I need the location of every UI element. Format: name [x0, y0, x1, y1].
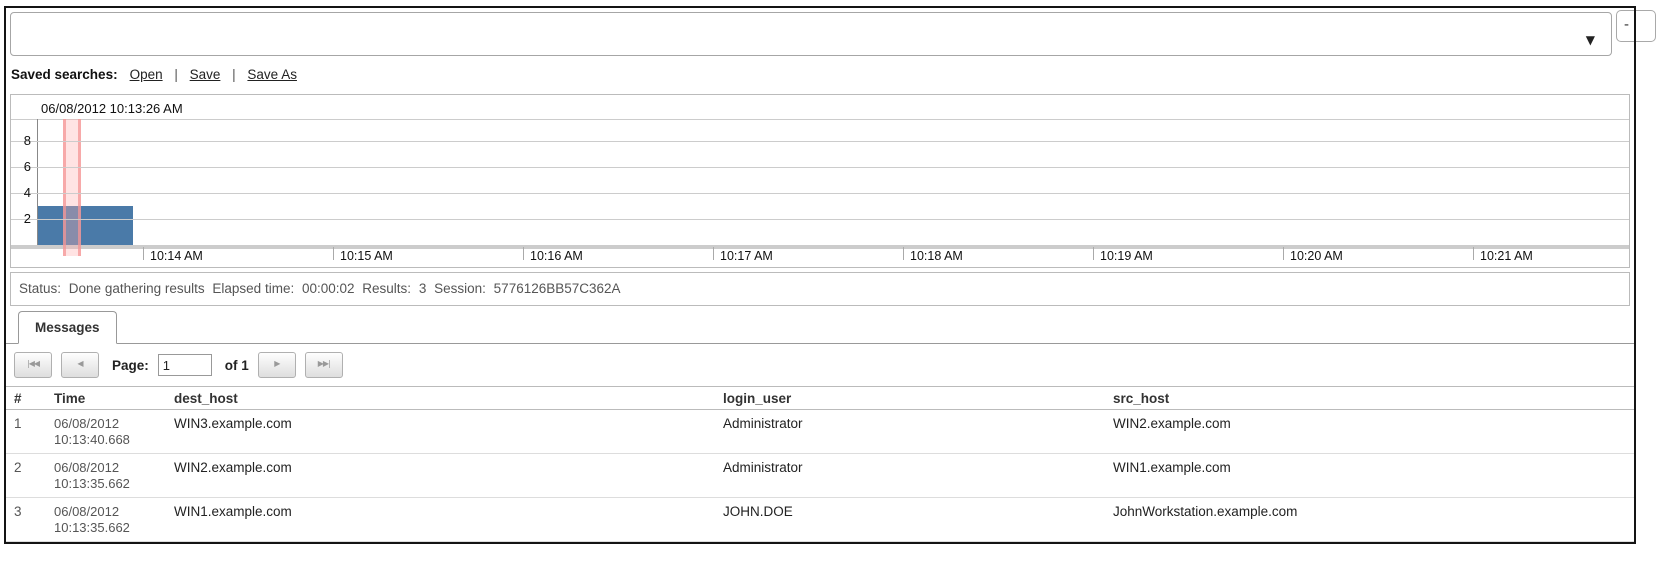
saved-search-save-link[interactable]: Save: [190, 67, 221, 82]
query-token: "\nLogon Type:\t\t\t3": [481, 54, 666, 56]
x-axis-line: [11, 245, 1629, 249]
x-tick: [903, 247, 904, 260]
status-value: Done gathering results: [69, 281, 205, 296]
prev-page-button[interactable]: ◀: [61, 352, 99, 378]
gridline: [11, 219, 1629, 220]
y-tick-label: 2: [13, 211, 31, 226]
query-token: trace: [683, 54, 725, 56]
tab-messages[interactable]: Messages: [18, 311, 117, 344]
col-header-src-host[interactable]: src_host: [1113, 391, 1634, 406]
histogram-bar[interactable]: [38, 206, 133, 245]
tab-strip: Messages: [6, 310, 1634, 344]
table-row[interactable]: 206/08/2012 10:13:35.662WIN2.example.com…: [6, 454, 1634, 498]
col-header-dest-host[interactable]: dest_host: [174, 391, 723, 406]
time-selection-band[interactable]: [63, 119, 81, 256]
x-tick: [713, 247, 714, 260]
query-token: *: [17, 54, 42, 56]
cell-time: 06/08/2012 10:13:35.662: [54, 498, 174, 541]
table-row[interactable]: 306/08/2012 10:13:35.662WIN1.example.com…: [6, 498, 1634, 542]
page-number-input[interactable]: [158, 354, 212, 376]
results-table: # Time dest_host login_user src_host 106…: [6, 386, 1634, 542]
query-token: |: [1425, 54, 1433, 56]
cell-login-user: Administrator: [723, 454, 1113, 497]
results-label: Results:: [362, 281, 411, 296]
page-label: Page:: [112, 358, 149, 373]
x-tick: [1473, 247, 1474, 260]
cell-src-host: JohnWorkstation.example.com: [1113, 498, 1634, 541]
query-token: "(?:Computer|Workstation )Name(?: = \"|:…: [750, 54, 1424, 56]
app-canvas: - * "EventIdentifier = 4624" "\nLogon Ty…: [0, 0, 1656, 576]
x-tick-label: 10:14 AM: [150, 249, 203, 263]
cell-dest-host: WIN3.example.com: [174, 410, 723, 453]
pagination-bar: |◀◀ ◀ Page: of 1 ▶ ▶▶|: [14, 352, 343, 378]
separator: |: [228, 67, 239, 82]
x-tick: [523, 247, 524, 260]
query-token: "EventIdentifier = 4624" "\nLogon Type:\…: [42, 54, 455, 56]
y-tick-label: 4: [13, 185, 31, 200]
status-label: Status:: [19, 281, 61, 296]
saved-searches-links: Open | Save | Save As: [128, 67, 299, 82]
content-frame: * "EventIdentifier = 4624" "\nLogon Type…: [4, 6, 1636, 544]
chevron-down-icon[interactable]: ▼: [1586, 31, 1595, 50]
cell-dest-host: WIN1.example.com: [174, 498, 723, 541]
chart-top-divider: [11, 119, 1629, 120]
cell-src-host: WIN1.example.com: [1113, 454, 1634, 497]
col-header-login-user[interactable]: login_user: [723, 391, 1113, 406]
results-table-body: 106/08/2012 10:13:40.668WIN3.example.com…: [6, 410, 1634, 542]
x-tick-label: 10:18 AM: [910, 249, 963, 263]
x-tick: [333, 247, 334, 260]
query-token: OR: [455, 54, 480, 56]
results-value: 3: [419, 281, 427, 296]
chart-start-timestamp: 06/08/2012 10:13:26 AM: [41, 101, 183, 116]
x-tick-label: 10:15 AM: [340, 249, 393, 263]
query-token: |: [666, 54, 683, 56]
next-page-button[interactable]: ▶: [258, 352, 296, 378]
col-header-num[interactable]: #: [14, 391, 54, 406]
timeline-chart[interactable]: 06/08/2012 10:13:26 AM 2 4 6 8 10:14 AM 10:15…: [10, 94, 1630, 268]
first-page-button[interactable]: |◀◀: [14, 352, 52, 378]
x-tick-label: 10:19 AM: [1100, 249, 1153, 263]
x-tick: [143, 247, 144, 260]
session-label: Session:: [434, 281, 486, 296]
y-tick-label: 6: [13, 159, 31, 174]
results-table-header: # Time dest_host login_user src_host: [6, 386, 1634, 410]
saved-searches-row: Saved searches: Open | Save | Save As: [11, 63, 299, 87]
gridline: [11, 167, 1629, 168]
saved-search-save-as-link[interactable]: Save As: [247, 67, 297, 82]
x-tick-label: 10:16 AM: [530, 249, 583, 263]
elapsed-label: Elapsed time:: [212, 281, 294, 296]
y-tick-label: 8: [13, 133, 31, 148]
table-row[interactable]: 106/08/2012 10:13:40.668WIN3.example.com…: [6, 410, 1634, 454]
page-count-label: of 1: [225, 358, 249, 373]
last-page-button[interactable]: ▶▶|: [305, 352, 343, 378]
col-header-time[interactable]: Time: [54, 391, 174, 406]
saved-search-open-link[interactable]: Open: [130, 67, 163, 82]
cell-time: 06/08/2012 10:13:35.662: [54, 454, 174, 497]
x-tick: [1093, 247, 1094, 260]
cell-num: 1: [14, 410, 54, 453]
session-value: 5776126BB57C362A: [494, 281, 621, 296]
status-bar: Status: Done gathering results Elapsed t…: [10, 272, 1630, 306]
cell-time: 06/08/2012 10:13:40.668: [54, 410, 174, 453]
query-line-1: * "EventIdentifier = 4624" "\nLogon Type…: [17, 53, 1585, 56]
cell-src-host: WIN2.example.com: [1113, 410, 1634, 453]
cell-dest-host: WIN2.example.com: [174, 454, 723, 497]
gridline: [11, 141, 1629, 142]
cell-login-user: JOHN.DOE: [723, 498, 1113, 541]
gridline: [11, 193, 1629, 194]
x-tick: [1283, 247, 1284, 260]
cell-num: 3: [14, 498, 54, 541]
x-tick-label: 10:20 AM: [1290, 249, 1343, 263]
saved-searches-label: Saved searches:: [11, 67, 118, 82]
x-tick-label: 10:21 AM: [1480, 249, 1533, 263]
x-tick-label: 10:17 AM: [720, 249, 773, 263]
separator: |: [171, 67, 182, 82]
cell-num: 2: [14, 454, 54, 497]
search-query-input[interactable]: * "EventIdentifier = 4624" "\nLogon Type…: [10, 12, 1612, 56]
query-token: -: [725, 54, 750, 56]
elapsed-value: 00:00:02: [302, 281, 355, 296]
cell-login-user: Administrator: [723, 410, 1113, 453]
